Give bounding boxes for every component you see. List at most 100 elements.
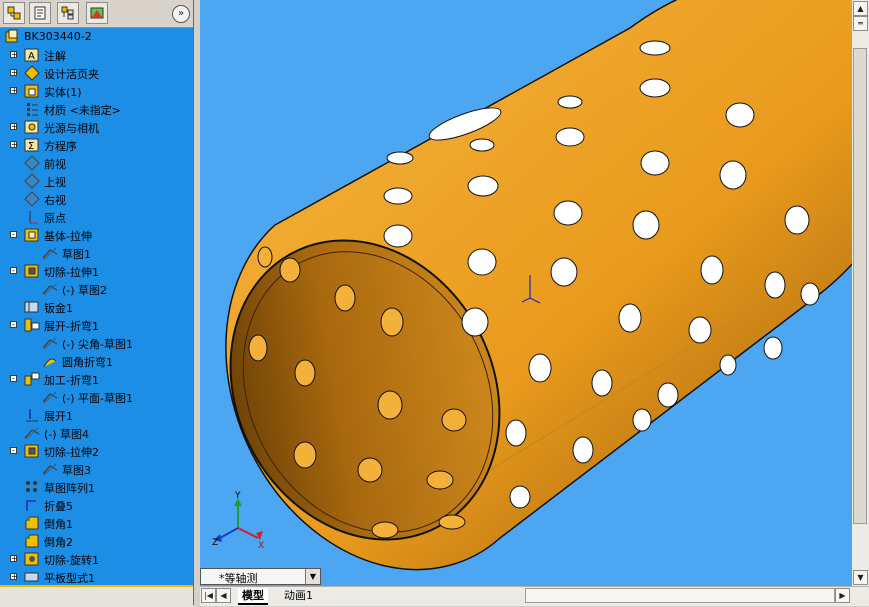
tree-item[interactable]: - 基体-拉伸: [0, 226, 193, 244]
tree-item-label: 展开-折弯1: [44, 320, 99, 333]
collapse-node-button[interactable]: -: [10, 321, 17, 329]
material-icon: [27, 103, 38, 116]
sketch-icon: [42, 247, 58, 260]
expand-node-button[interactable]: +: [10, 555, 18, 563]
tree-item[interactable]: (-) 尖角-草图1: [0, 334, 193, 352]
expand-node-button[interactable]: +: [10, 87, 18, 95]
tree-item-label: 平板型式1: [44, 572, 95, 583]
split-handle[interactable]: ═: [853, 16, 868, 31]
graphics-area[interactable]: Y X Z: [200, 0, 852, 586]
property-manager-icon: [34, 6, 46, 20]
tree-item-label: 钣金1: [44, 302, 73, 315]
tab-scroll-left-button[interactable]: ◀: [216, 588, 231, 603]
tree-item[interactable]: 原点: [0, 208, 193, 226]
tree-item[interactable]: + A 注解: [0, 46, 193, 64]
tree-item-label: 前视: [44, 158, 66, 171]
tab-model[interactable]: 模型: [238, 588, 268, 605]
expand-node-button[interactable]: +: [10, 51, 18, 59]
tree-item[interactable]: BK303440-2: [0, 28, 193, 46]
tree-item[interactable]: + 设计活页夹: [0, 64, 193, 82]
plane-icon: [24, 155, 40, 171]
horizontal-scrollbar[interactable]: [525, 588, 835, 603]
sketch-icon: [42, 283, 58, 296]
tree-item[interactable]: 上视: [0, 172, 193, 190]
sketch-icon: [42, 463, 58, 476]
tree-item[interactable]: + 切除-旋转1: [0, 550, 193, 568]
tree-item[interactable]: 右视: [0, 190, 193, 208]
tree-item-label: 倒角2: [44, 536, 73, 549]
tree-item[interactable]: 钣金1: [0, 298, 193, 316]
tree-item-label: 方程序: [44, 140, 77, 153]
tree-item[interactable]: 草图3: [0, 460, 193, 478]
fold-icon: [26, 500, 36, 511]
triad-x-label: X: [258, 541, 264, 551]
chamfer-icon: [25, 534, 39, 548]
vertical-scroll-thumb[interactable]: [853, 48, 867, 524]
tree-item-label: 草图1: [62, 248, 91, 261]
collapse-node-button[interactable]: -: [10, 267, 17, 275]
configuration-manager-tab[interactable]: [57, 2, 79, 24]
tree-item[interactable]: 倒角1: [0, 514, 193, 532]
cut-extrude-icon: [24, 264, 39, 278]
tree-item[interactable]: 前视: [0, 154, 193, 172]
tab-scroll-first-button[interactable]: |◀: [201, 588, 216, 603]
tree-item-label: 圆角折弯1: [62, 356, 113, 369]
scroll-down-button[interactable]: ▼: [853, 570, 868, 585]
tree-item[interactable]: - 切除-拉伸2: [0, 442, 193, 460]
tree-item[interactable]: 草图1: [0, 244, 193, 262]
tree-item[interactable]: (-) 平面-草图1: [0, 388, 193, 406]
tree-item-label: 实体(1): [44, 86, 82, 99]
tree-item[interactable]: - 切除-拉伸1: [0, 262, 193, 280]
tree-item-label: BK303440-2: [24, 30, 92, 43]
tree-item[interactable]: 折叠5: [0, 496, 193, 514]
tree-item-label: 草图阵列1: [44, 482, 95, 495]
tree-item[interactable]: (-) 草图2: [0, 280, 193, 298]
feature-manager-tab[interactable]: [3, 2, 25, 24]
tree-item[interactable]: + 实体(1): [0, 82, 193, 100]
tree-item[interactable]: 倒角2: [0, 532, 193, 550]
tree-item[interactable]: + 平板型式1: [0, 568, 193, 583]
flat-pattern-icon: [24, 572, 39, 582]
tree-item-label: 材质 <未指定>: [44, 104, 121, 117]
tree-item[interactable]: - 展开-折弯1: [0, 316, 193, 334]
tree-item-label: 展开1: [44, 410, 73, 423]
sketch-pattern-icon: [26, 481, 37, 492]
scroll-up-button[interactable]: ▲: [853, 1, 868, 16]
tree-item-label: 切除-拉伸2: [44, 446, 99, 459]
triad-y-label: Y: [234, 491, 241, 501]
tab-animation[interactable]: 动画1: [280, 588, 317, 603]
part-model[interactable]: Y X Z: [200, 0, 852, 586]
tree-item[interactable]: + Σ 方程序: [0, 136, 193, 154]
collapse-node-button[interactable]: -: [10, 375, 17, 383]
tree-item[interactable]: 展开1: [0, 406, 193, 424]
cut-extrude-icon: [24, 444, 39, 458]
tree-item-label: (-) 草图4: [44, 428, 90, 441]
expand-node-button[interactable]: +: [10, 573, 18, 581]
collapse-node-button[interactable]: -: [10, 447, 17, 455]
display-manager-tab[interactable]: [86, 2, 108, 24]
chevron-down-icon[interactable]: ▼: [305, 569, 320, 584]
view-orientation-select[interactable]: *等轴测 ▼: [200, 568, 321, 585]
flatten-bends-icon: [24, 318, 40, 332]
tree-item-label: 折叠5: [44, 500, 73, 513]
expand-node-button[interactable]: +: [10, 141, 18, 149]
tree-item[interactable]: 材质 <未指定>: [0, 100, 193, 118]
tree-item[interactable]: 圆角折弯1: [0, 352, 193, 370]
vertical-scrollbar[interactable]: ▲ ═ ▼: [852, 0, 869, 586]
tree-item[interactable]: (-) 草图4: [0, 424, 193, 442]
process-bends-icon: [24, 372, 40, 386]
collapse-panel-button[interactable]: »: [172, 5, 190, 23]
tree-item-label: 光源与相机: [44, 122, 99, 135]
tree-item[interactable]: - 加工-折弯1: [0, 370, 193, 388]
tree-item-label: 加工-折弯1: [44, 374, 99, 387]
tree-item[interactable]: 草图阵列1: [0, 478, 193, 496]
scroll-right-button[interactable]: ▶: [835, 588, 850, 603]
display-manager-icon: [90, 7, 104, 19]
tree-item[interactable]: + 光源与相机: [0, 118, 193, 136]
configuration-manager-icon: [61, 6, 74, 20]
expand-node-button[interactable]: +: [10, 123, 18, 131]
collapse-node-button[interactable]: -: [10, 231, 17, 239]
plane-icon: [24, 191, 40, 207]
property-manager-tab[interactable]: [29, 2, 51, 24]
expand-node-button[interactable]: +: [10, 69, 18, 77]
